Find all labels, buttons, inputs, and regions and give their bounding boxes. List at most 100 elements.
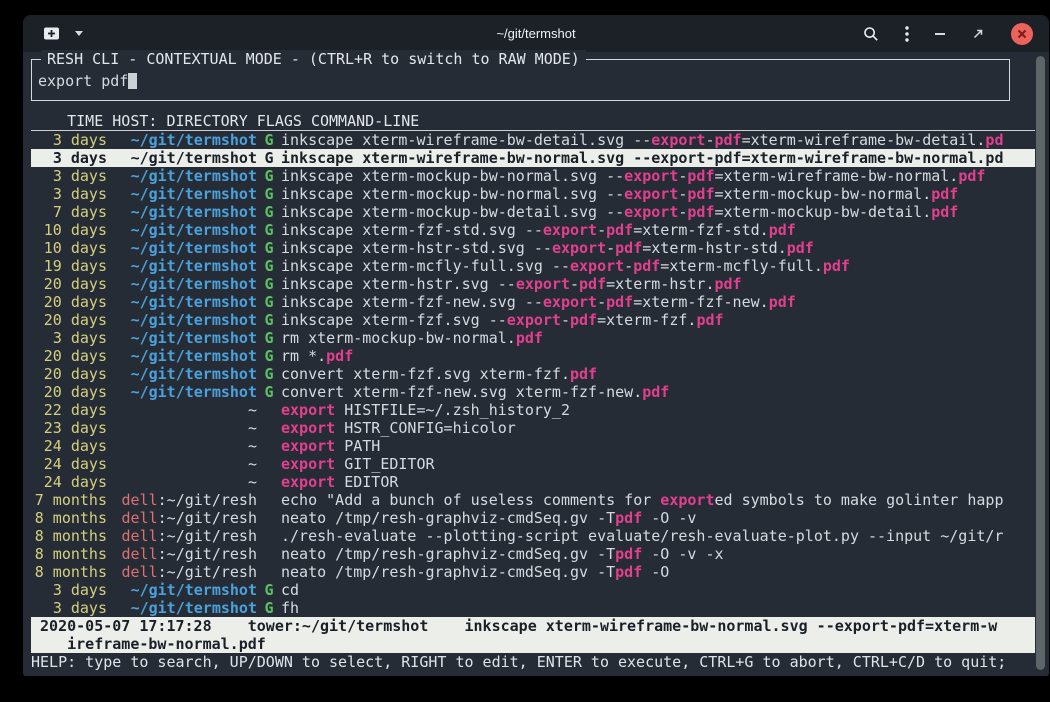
history-row[interactable]: 3 days~/git/termshotGinkscape xterm-mock…	[31, 185, 1035, 203]
command-match-text: pdf	[516, 329, 543, 347]
command-text: inkscape xterm-mockup-bw-detail.svg --	[281, 203, 624, 221]
row-directory: ~/git/termshot	[131, 167, 257, 185]
row-host-directory: dell:~/git/resh	[107, 491, 257, 509]
row-time: 8 months	[31, 527, 107, 545]
history-row[interactable]: 10 days~/git/termshotGinkscape xterm-hst…	[31, 239, 1035, 257]
history-row[interactable]: 3 days~/git/termshotGrm xterm-mockup-bw-…	[31, 329, 1035, 347]
history-row[interactable]: 8 monthsdell:~/git/resh neato /tmp/resh-g…	[31, 509, 1035, 527]
history-row[interactable]: 3 days~/git/termshotGfh	[31, 599, 1035, 617]
row-host-directory: ~	[107, 437, 257, 455]
history-row[interactable]: 24 days~export EDITOR	[31, 473, 1035, 491]
row-host: dell	[122, 491, 158, 509]
command-match-text: pdf	[615, 563, 642, 581]
command-text: -	[597, 293, 606, 311]
row-directory: ~/git/termshot	[131, 275, 257, 293]
row-time: 3 days	[31, 329, 107, 347]
row-time: 20 days	[31, 311, 107, 329]
row-flags	[257, 401, 281, 419]
close-button[interactable]	[1011, 23, 1033, 45]
history-row[interactable]: 20 days~/git/termshotGinkscape xterm-fzf…	[31, 311, 1035, 329]
titlebar[interactable]: ~/git/termshot	[23, 15, 1049, 52]
row-directory: ~/git/termshot	[131, 257, 257, 275]
history-row[interactable]: 10 days~/git/termshotGinkscape xterm-fzf…	[31, 221, 1035, 239]
command-text: PATH	[335, 437, 380, 455]
row-flags	[257, 545, 281, 563]
command-text: neato /tmp/resh-graphviz-cmdSeq.gv -T	[281, 509, 615, 527]
row-flags	[257, 527, 281, 545]
command-match-text: pdf	[769, 293, 796, 311]
history-row[interactable]: 24 days~export PATH	[31, 437, 1035, 455]
history-row[interactable]: 8 monthsdell:~/git/resh./resh-evaluate -…	[31, 527, 1035, 545]
row-time: 24 days	[31, 473, 107, 491]
row-time: 19 days	[31, 257, 107, 275]
row-flags: G	[257, 239, 281, 257]
command-match-text: pdf	[696, 311, 723, 329]
row-command: echo "Add a bunch of useless comments fo…	[281, 491, 1035, 509]
history-row[interactable]: 20 days~/git/termshotGinkscape xterm-hst…	[31, 275, 1035, 293]
row-host-directory: ~/git/termshot	[107, 599, 257, 617]
command-text: rm xterm-mockup-bw-normal.	[281, 329, 516, 347]
command-text: inkscape xterm-mcfly-full.svg --	[281, 257, 570, 275]
row-directory: ~/git/termshot	[131, 293, 257, 311]
command-text: inkscape xterm-mockup-bw-normal.svg --	[281, 167, 624, 185]
row-directory: :~/git/resh	[158, 563, 257, 581]
command-match-text: pdf	[787, 239, 814, 257]
history-row[interactable]: 8 monthsdell:~/git/reshneato /tmp/resh-g…	[31, 563, 1035, 581]
history-row[interactable]: 20 days~/git/termshotGrm *.pdf	[31, 347, 1035, 365]
tab-list-dropdown-button[interactable]	[75, 31, 83, 36]
row-host-directory: ~/git/termshot	[107, 131, 257, 149]
command-text: HSTR_CONFIG=hicolor	[335, 419, 516, 437]
command-match-text: pdf	[615, 545, 642, 563]
new-tab-button[interactable]	[43, 26, 60, 41]
history-row[interactable]: 19 days ~/git/termshotGinkscape xterm-mcf…	[31, 257, 1035, 275]
history-row[interactable]: 8 monthsdell:~/git/reshneato /tmp/resh-g…	[31, 545, 1035, 563]
row-flags: G	[257, 581, 281, 599]
command-text: =xterm-fzf-new.	[633, 293, 768, 311]
restore-button[interactable]	[971, 27, 985, 41]
command-match-text: export	[281, 401, 335, 419]
history-row[interactable]: 20 days~/git/termshotGconvert xterm-fzf.…	[31, 365, 1035, 383]
command-text: =xterm-hstr.	[606, 275, 714, 293]
row-command: inkscape xterm-fzf-new.svg --export-pdf=…	[281, 293, 1035, 311]
command-match-text: export	[570, 257, 624, 275]
row-directory: ~/git/termshot	[131, 383, 257, 401]
command-match-text: pdf	[958, 167, 985, 185]
row-flags: G	[257, 185, 281, 203]
history-row[interactable]: 7 monthsdell:~/git/reshecho "Add a bunch…	[31, 491, 1035, 509]
row-command: inkscape xterm-hstr.svg --export-pdf=xte…	[281, 275, 1035, 293]
history-row[interactable]: 24 days~export GIT_EDITOR	[31, 455, 1035, 473]
history-row[interactable]: 3 days~/git/termshotGinkscape xterm-mock…	[31, 167, 1035, 185]
row-host-directory: dell:~/git/resh	[107, 509, 257, 527]
scrollbar-thumb[interactable]	[1036, 56, 1045, 670]
status-line-1: 2020-05-07 17:17:28 tower:~/git/termshot…	[31, 617, 1035, 635]
command-text: =xterm-mockup-bw-normal.	[714, 185, 931, 203]
history-row[interactable]: 20 days~/git/termshotGinkscape xterm-fzf…	[31, 293, 1035, 311]
row-directory: :~/git/resh	[158, 545, 257, 563]
menu-button[interactable]	[905, 26, 909, 42]
scrollbar[interactable]	[1036, 56, 1046, 670]
row-flags: G	[257, 257, 281, 275]
search-button[interactable]	[863, 26, 879, 42]
row-directory: ~	[248, 437, 257, 455]
row-flags: G	[257, 275, 281, 293]
row-flags	[257, 419, 281, 437]
command-match-text: pdf	[931, 185, 958, 203]
history-row[interactable]: 22 days~export HISTFILE=~/.zsh_history_2	[31, 401, 1035, 419]
history-row[interactable]: 3 days~/git/termshotGinkscape xterm-wire…	[31, 149, 1035, 167]
row-directory: ~/git/termshot	[131, 311, 257, 329]
history-row[interactable]: 7 days~/git/termshotGinkscape xterm-mock…	[31, 203, 1035, 221]
minimize-button[interactable]	[935, 33, 945, 35]
history-row[interactable]: 3 days~/git/termshotGinkscape xterm-wire…	[31, 131, 1035, 149]
command-match-text: pdf	[687, 203, 714, 221]
row-time: 3 days	[31, 185, 107, 203]
row-flags: G	[257, 365, 281, 383]
command-text: =xterm-wireframe-bw-normal.	[714, 167, 958, 185]
history-row[interactable]: 3 days~/git/termshotGcd	[31, 581, 1035, 599]
history-row[interactable]: 23 days~export HSTR_CONFIG=hicolor	[31, 419, 1035, 437]
command-text: -	[624, 257, 633, 275]
row-host-directory: ~/git/termshot	[107, 329, 257, 347]
restore-icon	[971, 27, 985, 41]
row-time: 8 months	[31, 509, 107, 527]
row-time: 10 days	[31, 221, 107, 239]
history-row[interactable]: 20 days~/git/termshotGconvert xterm-fzf-…	[31, 383, 1035, 401]
